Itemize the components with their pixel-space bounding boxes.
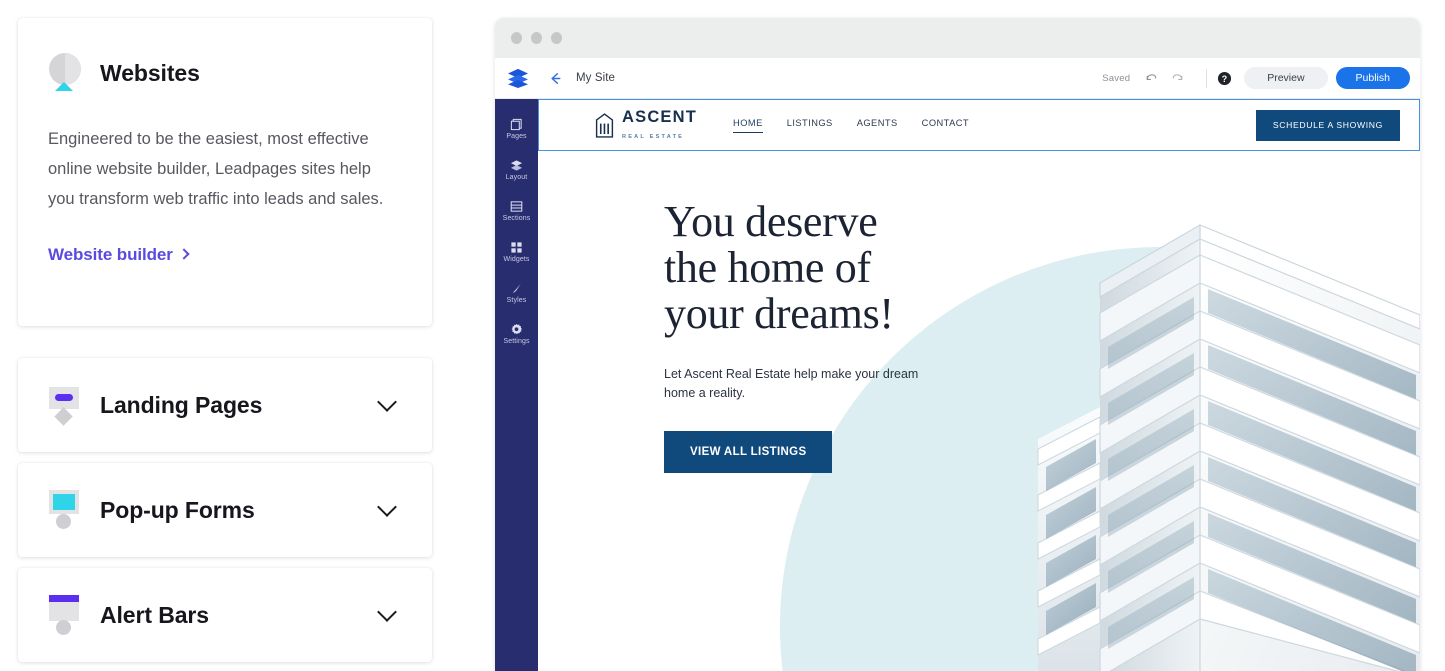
sidebar-item-widgets[interactable]: Widgets: [495, 231, 538, 272]
accordion-header-websites[interactable]: Websites: [48, 46, 402, 100]
hero-building-photo: [950, 177, 1420, 671]
redo-icon[interactable]: [1170, 71, 1185, 86]
builder-canvas: ASCENT REAL ESTATE HOME LISTINGS AGENTS …: [538, 99, 1420, 671]
sidebar-item-sections[interactable]: Sections: [495, 190, 538, 231]
accordion-card-websites[interactable]: Websites Engineered to be the easiest, m…: [18, 18, 432, 326]
publish-button[interactable]: Publish: [1335, 67, 1410, 89]
settings-gear-icon: [510, 323, 523, 336]
layout-icon: [510, 159, 523, 172]
pages-icon: [510, 118, 523, 131]
hero-title-line-3: your dreams!: [664, 289, 894, 338]
websites-icon: [48, 53, 82, 93]
schedule-showing-button[interactable]: SCHEDULE A SHOWING: [1255, 109, 1400, 141]
sections-icon: [510, 200, 523, 213]
sidebar-item-settings[interactable]: Settings: [495, 313, 538, 354]
nav-link-agents[interactable]: AGENTS: [857, 118, 898, 132]
sidebar-label-sections: Sections: [502, 214, 531, 222]
building-icon: [595, 112, 614, 138]
nav-link-listings[interactable]: LISTINGS: [787, 118, 833, 132]
accordion-title-websites: Websites: [100, 59, 200, 86]
brand-name: ASCENT: [622, 107, 698, 126]
accordion-title-alert-bars: Alert Bars: [100, 601, 209, 628]
hero-subtitle: Let Ascent Real Estate help make your dr…: [664, 367, 919, 400]
sidebar-item-pages[interactable]: Pages: [495, 108, 538, 149]
sidebar-label-settings: Settings: [503, 337, 530, 345]
accordion-title-landing-pages: Landing Pages: [100, 391, 263, 418]
help-icon[interactable]: ?: [1217, 71, 1232, 86]
sidebar-item-layout[interactable]: Layout: [495, 149, 538, 190]
chevron-down-icon[interactable]: [377, 497, 397, 517]
traffic-light-minimize-icon[interactable]: [531, 32, 542, 44]
site-brand[interactable]: ASCENT REAL ESTATE: [595, 107, 698, 142]
builder-body: Pages Layout Sections Widgets Styles Set…: [495, 99, 1420, 671]
preview-button[interactable]: Preview: [1244, 67, 1328, 89]
chevron-down-icon[interactable]: [377, 392, 397, 412]
hero-title-line-2: the home of: [664, 243, 871, 292]
traffic-light-maximize-icon[interactable]: [551, 32, 562, 44]
view-all-listings-button[interactable]: VIEW ALL LISTINGS: [664, 431, 833, 473]
sidebar-label-pages: Pages: [506, 132, 527, 140]
sidebar-label-layout: Layout: [505, 173, 528, 181]
undo-icon[interactable]: [1144, 71, 1159, 86]
website-builder-link[interactable]: Website builder: [48, 245, 190, 265]
chevron-down-icon[interactable]: [377, 602, 397, 622]
browser-window: My Site Saved ? Preview Publish Pages La…: [495, 18, 1420, 671]
leadpages-logo[interactable]: [507, 68, 529, 88]
browser-titlebar: [495, 18, 1420, 58]
hero-title: You deserve the home of your dreams!: [664, 199, 994, 337]
landing-pages-icon: [48, 385, 82, 426]
accordion-card-landing-pages[interactable]: Landing Pages: [18, 358, 432, 452]
site-header[interactable]: ASCENT REAL ESTATE HOME LISTINGS AGENTS …: [538, 99, 1420, 151]
hero-section[interactable]: You deserve the home of your dreams! Let…: [538, 151, 1420, 671]
website-builder-link-label: Website builder: [48, 245, 173, 264]
save-status-label: Saved: [1102, 72, 1131, 84]
chevron-right-icon: [178, 248, 190, 260]
popup-forms-icon: [48, 490, 82, 530]
alert-bars-icon: [48, 595, 82, 635]
nav-link-contact[interactable]: CONTACT: [922, 118, 969, 132]
sidebar-label-widgets: Widgets: [503, 255, 530, 263]
accordion-card-alert-bars[interactable]: Alert Bars: [18, 568, 432, 662]
svg-text:?: ?: [1222, 73, 1227, 83]
accordion-card-popup-forms[interactable]: Pop-up Forms: [18, 463, 432, 557]
brand-tagline: REAL ESTATE: [622, 133, 685, 140]
traffic-light-close-icon[interactable]: [511, 32, 522, 44]
hero-title-line-1: You deserve: [664, 197, 878, 246]
page-root: Websites Engineered to be the easiest, m…: [0, 0, 1445, 671]
back-arrow-icon[interactable]: [547, 70, 564, 87]
hero-copy: You deserve the home of your dreams! Let…: [664, 199, 994, 473]
builder-sidebar: Pages Layout Sections Widgets Styles Set…: [495, 99, 538, 671]
site-header-wrapper: ASCENT REAL ESTATE HOME LISTINGS AGENTS …: [538, 99, 1420, 168]
accordion-body-websites: Engineered to be the easiest, most effec…: [48, 130, 384, 208]
toolbar-divider: [1206, 68, 1208, 88]
accordion-title-popup-forms: Pop-up Forms: [100, 496, 255, 523]
nav-link-home[interactable]: HOME: [733, 118, 763, 133]
widgets-icon: [510, 241, 523, 254]
product-accordion: Websites Engineered to be the easiest, m…: [18, 18, 432, 662]
sidebar-label-styles: Styles: [506, 296, 527, 304]
site-name-label: My Site: [576, 72, 616, 84]
styles-brush-icon: [510, 282, 523, 295]
sidebar-item-styles[interactable]: Styles: [495, 272, 538, 313]
builder-toolbar: My Site Saved ? Preview Publish: [495, 58, 1420, 99]
site-nav: HOME LISTINGS AGENTS CONTACT: [733, 118, 969, 133]
